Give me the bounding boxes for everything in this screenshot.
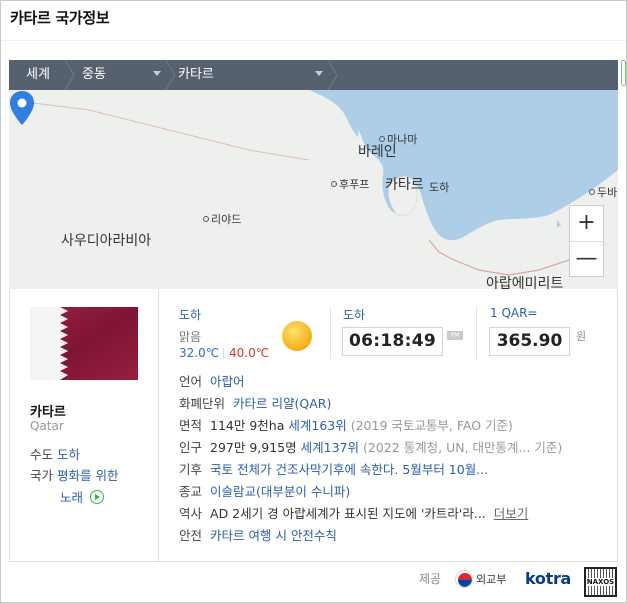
map-canvas xyxy=(9,90,618,289)
country-info: 카타르 Qatar 수도 도하 국가 평화를 위한 노래 도하 맑음 32.0℃… xyxy=(9,289,618,562)
currency-base: 1 QAR= xyxy=(490,306,538,320)
more-link[interactable]: 더보기 xyxy=(494,506,529,521)
map-label-dubai: 두바 xyxy=(589,184,617,200)
temp-divider xyxy=(223,348,224,359)
ampm-badge: PM xyxy=(447,331,463,340)
breadcrumb-separator-icon xyxy=(64,60,75,90)
anthem-label: 국가 xyxy=(30,468,54,483)
breadcrumb-world-label: 세계 xyxy=(26,67,50,82)
breadcrumb-country-select[interactable]: 카타르 xyxy=(178,60,330,90)
location-pin-icon[interactable] xyxy=(9,90,35,126)
naxos-label: NAXOS xyxy=(586,578,615,586)
fact-key: 종교 xyxy=(179,484,203,499)
fact-rank-link[interactable]: 세계137위 xyxy=(301,440,359,455)
fact-language: 언어 아랍어 xyxy=(179,373,245,391)
capital: 수도 도하 xyxy=(30,444,80,463)
anthem: 국가 평화를 위한 노래 xyxy=(30,465,118,509)
currency-unit: 원 xyxy=(576,330,587,343)
zoom-in-button[interactable]: + xyxy=(570,206,603,241)
fact-area: 면적 114만 9천ha 세계163위 (2019 국토교통부, FAO 기준) xyxy=(179,417,513,435)
fact-key: 면적 xyxy=(179,418,203,433)
fact-history: 역사 AD 2세기 경 아랍세계가 표시된 지도에 '카트라'라... 더보기 xyxy=(179,505,528,523)
fact-value: 114만 9천ha xyxy=(210,418,285,433)
fact-key: 화폐단위 xyxy=(179,396,226,411)
fact-value-link[interactable]: 이슬람교(대부분이 수니파) xyxy=(210,484,350,499)
provider-footer: 제공 외교부 kotra NAXOS xyxy=(0,563,627,603)
fact-source: (2022 통계청, UN, 대만통계... 기준) xyxy=(362,440,563,455)
fact-religion: 종교 이슬람교(대부분이 수니파) xyxy=(179,483,350,501)
weather-condition: 맑음 xyxy=(179,330,202,344)
title-divider xyxy=(1,40,626,41)
breadcrumb-separator-icon xyxy=(165,60,176,90)
fact-safety: 안전 카타르 여행 시 안전수칙 xyxy=(179,527,337,545)
sun-icon xyxy=(282,321,312,351)
map-zoom-control: + — xyxy=(569,205,604,277)
fact-source: (2019 국토교통부, FAO 기준) xyxy=(350,418,513,433)
country-name-english: Qatar xyxy=(30,419,64,433)
kotra-logo[interactable]: kotra xyxy=(525,569,571,588)
map-label-uae: 아랍에미리트 xyxy=(486,276,564,289)
zoom-out-button[interactable]: — xyxy=(570,241,603,276)
fact-value-link[interactable]: 아랍어 xyxy=(210,374,245,389)
taegeuk-icon xyxy=(455,570,473,588)
capital-label: 수도 xyxy=(30,447,54,462)
map-label-riyadh: 리야드 xyxy=(203,211,241,227)
map-label-saudi-arabia: 사우디아라비아 xyxy=(61,233,152,249)
currency-rate: 365.90 xyxy=(489,327,570,356)
map-label-hofuf: 후푸프 xyxy=(331,176,369,192)
fact-key: 인구 xyxy=(179,440,203,455)
anthem-link-line2[interactable]: 노래 xyxy=(60,490,83,505)
chevron-down-icon xyxy=(153,71,161,76)
breadcrumb-region-select[interactable]: 중동 xyxy=(82,60,168,90)
fact-key: 안전 xyxy=(179,528,203,543)
fact-population: 인구 297만 9,915명 세계137위 (2022 통계청, UN, 대만통계… xyxy=(179,439,562,457)
mofa-logo[interactable]: 외교부 xyxy=(455,570,506,588)
breadcrumb-country-label: 카타르 xyxy=(178,67,214,82)
local-time: 06:18:49 xyxy=(342,327,443,356)
time-city: 도하 xyxy=(343,308,366,322)
fact-key: 역사 xyxy=(179,506,203,521)
weather-low-temp: 32.0℃ xyxy=(179,346,220,360)
divider xyxy=(330,307,331,359)
qatar-flag-icon xyxy=(30,307,138,380)
provided-by-label: 제공 xyxy=(419,572,442,586)
breadcrumb-world[interactable]: 세계 xyxy=(26,60,50,90)
fact-value-link[interactable]: 카타르 리얄(QAR) xyxy=(233,396,331,411)
breadcrumb: 세계 중동 카타르 xyxy=(9,60,618,90)
fact-value-link[interactable]: 카타르 여행 시 안전수칙 xyxy=(210,528,337,543)
fact-value-link[interactable]: 국토 전체가 건조사막기후에 속한다. 5월부터 10월... xyxy=(210,462,488,477)
fact-value: 297만 9,915명 xyxy=(210,440,297,455)
fact-key: 기후 xyxy=(179,462,203,477)
weather-city[interactable]: 도하 xyxy=(179,306,201,323)
anthem-link-line1[interactable]: 평화를 위한 xyxy=(57,468,118,483)
play-icon[interactable] xyxy=(90,490,104,504)
mofa-label: 외교부 xyxy=(476,573,507,586)
page-title: 카타르 국가정보 xyxy=(10,9,110,27)
chevron-down-icon xyxy=(315,71,323,76)
map-label-qatar: 카타르 xyxy=(385,177,424,193)
divider xyxy=(476,307,477,359)
capital-link[interactable]: 도하 xyxy=(57,447,80,462)
fact-rank-link[interactable]: 세계163위 xyxy=(288,418,346,433)
fact-currency: 화폐단위 카타르 리얄(QAR) xyxy=(179,395,331,413)
fact-climate: 기후 국토 전체가 건조사막기후에 속한다. 5월부터 10월... xyxy=(179,461,488,479)
side-tab-handle[interactable] xyxy=(621,60,626,86)
map-label-bahrain: 바레인 xyxy=(358,144,397,160)
fact-key: 언어 xyxy=(179,374,203,389)
naxos-logo[interactable]: NAXOS xyxy=(584,567,617,597)
country-summary: 카타르 Qatar 수도 도하 국가 평화를 위한 노래 xyxy=(10,289,159,561)
weather-high-temp: 40.0℃ xyxy=(229,346,270,360)
country-map[interactable]: 마나마 바레인 카타르 도하 후푸프 리야드 사우디아라비아 두바 아랍에미리트… xyxy=(9,90,618,289)
breadcrumb-region-label: 중동 xyxy=(82,67,106,82)
country-name: 카타르 xyxy=(30,405,66,420)
map-label-doha: 도하 xyxy=(429,181,450,194)
breadcrumb-separator-icon xyxy=(327,60,338,90)
fact-value: AD 2세기 경 아랍세계가 표시된 지도에 '카트라'라... xyxy=(210,506,486,521)
